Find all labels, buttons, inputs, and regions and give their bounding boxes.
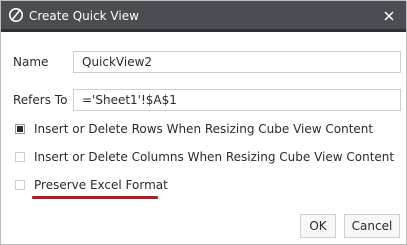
insert-columns-label: Insert or Delete Columns When Resizing C…	[34, 150, 395, 164]
dialog-title: Create Quick View	[29, 9, 139, 23]
preserve-excel-format-option[interactable]: Preserve Excel Format	[15, 177, 168, 193]
app-logo-icon	[8, 7, 24, 23]
insert-rows-label: Insert or Delete Rows When Resizing Cube…	[34, 122, 374, 136]
preserve-excel-format-checkbox[interactable]	[15, 180, 25, 190]
refers-to-field[interactable]: ='Sheet1'!$A$1	[73, 89, 401, 111]
ok-button[interactable]: OK	[300, 214, 336, 238]
close-button[interactable]	[375, 4, 403, 28]
preserve-excel-format-label: Preserve Excel Format	[34, 178, 168, 192]
dialog-titlebar: Create Quick View	[1, 1, 406, 32]
close-icon	[384, 11, 394, 21]
cancel-button[interactable]: Cancel	[344, 214, 400, 238]
name-label: Name	[13, 55, 49, 69]
name-field[interactable]: QuickView2	[73, 51, 401, 73]
insert-columns-option[interactable]: Insert or Delete Columns When Resizing C…	[15, 149, 394, 165]
insert-rows-checkbox[interactable]	[15, 124, 25, 134]
insert-columns-checkbox[interactable]	[15, 152, 25, 162]
red-highlight-underline	[32, 196, 158, 199]
refers-to-label: Refers To	[13, 93, 68, 107]
insert-rows-option[interactable]: Insert or Delete Rows When Resizing Cube…	[15, 121, 373, 137]
create-quick-view-dialog: Create Quick View Name QuickView2 Refers…	[0, 0, 407, 245]
